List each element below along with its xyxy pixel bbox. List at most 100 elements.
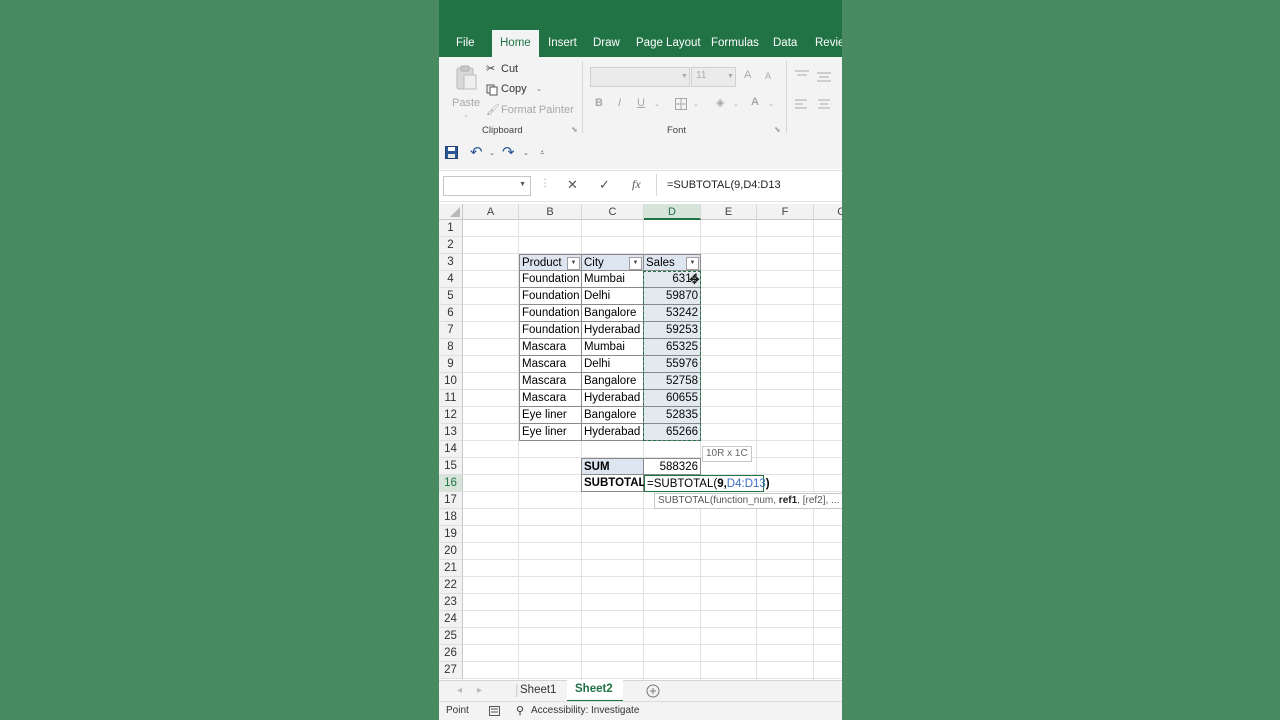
sum-value[interactable]: 588326 (644, 458, 701, 475)
row-header-27[interactable]: 27 (439, 662, 463, 679)
macro-record-icon[interactable] (489, 706, 500, 716)
insert-function-icon[interactable]: fx (632, 177, 641, 192)
row-header-18[interactable]: 18 (439, 509, 463, 526)
tab-insert[interactable]: Insert (548, 30, 577, 57)
fill-color-icon[interactable]: ◈ (716, 96, 724, 109)
tab-data[interactable]: Data (773, 30, 797, 57)
row-header-12[interactable]: 12 (439, 407, 463, 424)
row-header-6[interactable]: 6 (439, 305, 463, 322)
column-header-c[interactable]: C (582, 204, 644, 220)
italic-button[interactable]: I (618, 97, 621, 109)
table-cell-city[interactable]: Hyderabad (581, 322, 644, 339)
tab-page-layout[interactable]: Page Layout (636, 30, 701, 57)
row-header-5[interactable]: 5 (439, 288, 463, 305)
font-name-dropdown[interactable] (590, 67, 690, 87)
row-header-15[interactable]: 15 (439, 458, 463, 475)
table-cell-city[interactable]: Bangalore (581, 373, 644, 390)
copy-icon[interactable] (486, 84, 498, 96)
tab-file[interactable]: File (456, 30, 475, 57)
column-header-a[interactable]: A (463, 204, 519, 220)
formula-input[interactable]: =SUBTOTAL(9,D4:D13 (667, 179, 781, 191)
scroll-sheets-left-icon[interactable]: ◂ (457, 685, 462, 696)
table-header-sales[interactable]: Sales ▼ (643, 254, 701, 271)
add-sheet-icon[interactable] (646, 684, 660, 698)
row-header-11[interactable]: 11 (439, 390, 463, 407)
table-cell-product[interactable]: Mascara (519, 373, 582, 390)
row-header-26[interactable]: 26 (439, 645, 463, 662)
table-header-product[interactable]: Product ▼ (519, 254, 582, 271)
row-header-22[interactable]: 22 (439, 577, 463, 594)
save-icon[interactable] (445, 146, 458, 159)
row-header-3[interactable]: 3 (439, 254, 463, 271)
table-cell-city[interactable]: Delhi (581, 288, 644, 305)
row-header-21[interactable]: 21 (439, 560, 463, 577)
subtotal-label[interactable]: SUBTOTAL (581, 475, 646, 492)
column-header-d[interactable]: D (644, 204, 701, 220)
table-cell-product[interactable]: Eye liner (519, 407, 582, 424)
table-cell-city[interactable]: Mumbai (581, 271, 644, 288)
row-header-2[interactable]: 2 (439, 237, 463, 254)
filter-dropdown-icon[interactable]: ▼ (686, 257, 699, 270)
column-header-b[interactable]: B (519, 204, 582, 220)
sum-label[interactable]: SUM (581, 458, 644, 475)
tab-formulas[interactable]: Formulas (711, 30, 759, 57)
table-cell-product[interactable]: Mascara (519, 339, 582, 356)
row-header-10[interactable]: 10 (439, 373, 463, 390)
filter-dropdown-icon[interactable]: ▼ (629, 257, 642, 270)
underline-button[interactable]: U (637, 97, 645, 109)
table-cell-city[interactable]: Bangalore (581, 305, 644, 322)
scroll-sheets-right-icon[interactable]: ▸ (477, 685, 482, 696)
customize-qat-icon[interactable]: ⩡ (540, 148, 545, 158)
row-header-8[interactable]: 8 (439, 339, 463, 356)
cut-button[interactable]: Cut (501, 63, 518, 75)
accessibility-status[interactable]: Accessibility: Investigate (531, 705, 639, 716)
clipboard-launcher-icon[interactable]: ⬊ (571, 125, 578, 134)
redo-icon[interactable]: ↷ (502, 143, 515, 161)
row-header-9[interactable]: 9 (439, 356, 463, 373)
sheet-tab-sheet2[interactable]: Sheet2 (567, 680, 623, 702)
align-middle-icon[interactable] (817, 72, 831, 82)
subtotal-formula-cell[interactable]: =SUBTOTAL(9,D4:D13) (644, 475, 770, 492)
enter-icon[interactable]: ✓ (599, 177, 610, 193)
grow-font-icon[interactable]: A (744, 69, 751, 81)
row-header-23[interactable]: 23 (439, 594, 463, 611)
row-header-14[interactable]: 14 (439, 441, 463, 458)
row-header-20[interactable]: 20 (439, 543, 463, 560)
font-launcher-icon[interactable]: ⬊ (774, 125, 781, 134)
row-header-19[interactable]: 19 (439, 526, 463, 543)
row-header-17[interactable]: 17 (439, 492, 463, 509)
shrink-font-icon[interactable]: A (765, 71, 771, 81)
row-header-16[interactable]: 16 (439, 475, 463, 492)
row-header-24[interactable]: 24 (439, 611, 463, 628)
column-header-e[interactable]: E (701, 204, 757, 220)
table-cell-product[interactable]: Foundation (519, 305, 582, 322)
sheet-tab-sheet1[interactable]: Sheet1 (520, 684, 556, 696)
tab-home[interactable]: Home (492, 30, 539, 57)
column-header-f[interactable]: F (757, 204, 814, 220)
tab-draw[interactable]: Draw (593, 30, 620, 57)
table-cell-city[interactable]: Hyderabad (581, 390, 644, 407)
borders-icon[interactable] (675, 98, 687, 110)
table-cell-product[interactable]: Foundation (519, 271, 582, 288)
table-cell-city[interactable]: Mumbai (581, 339, 644, 356)
cut-icon[interactable]: ✂ (486, 62, 495, 75)
name-box[interactable]: ▼ (443, 176, 531, 196)
table-header-city[interactable]: City ▼ (581, 254, 644, 271)
table-cell-city[interactable]: Hyderabad (581, 424, 644, 441)
format-painter-button[interactable]: Format Painter (501, 104, 574, 116)
table-cell-product[interactable]: Mascara (519, 356, 582, 373)
row-header-4[interactable]: 4 (439, 271, 463, 288)
align-top-icon[interactable] (795, 70, 809, 80)
copy-button[interactable]: Copy (501, 83, 527, 95)
table-cell-city[interactable]: Delhi (581, 356, 644, 373)
paste-button[interactable]: Paste ⌄ (449, 61, 480, 119)
table-cell-product[interactable]: Foundation (519, 288, 582, 305)
align-center-icon[interactable] (817, 99, 831, 109)
accessibility-icon[interactable]: ⚲ (516, 704, 524, 717)
undo-icon[interactable]: ↶ (470, 143, 483, 161)
tab-review[interactable]: Review (815, 30, 842, 57)
select-all-corner[interactable] (439, 204, 463, 220)
table-cell-product[interactable]: Mascara (519, 390, 582, 407)
table-cell-product[interactable]: Eye liner (519, 424, 582, 441)
row-header-7[interactable]: 7 (439, 322, 463, 339)
